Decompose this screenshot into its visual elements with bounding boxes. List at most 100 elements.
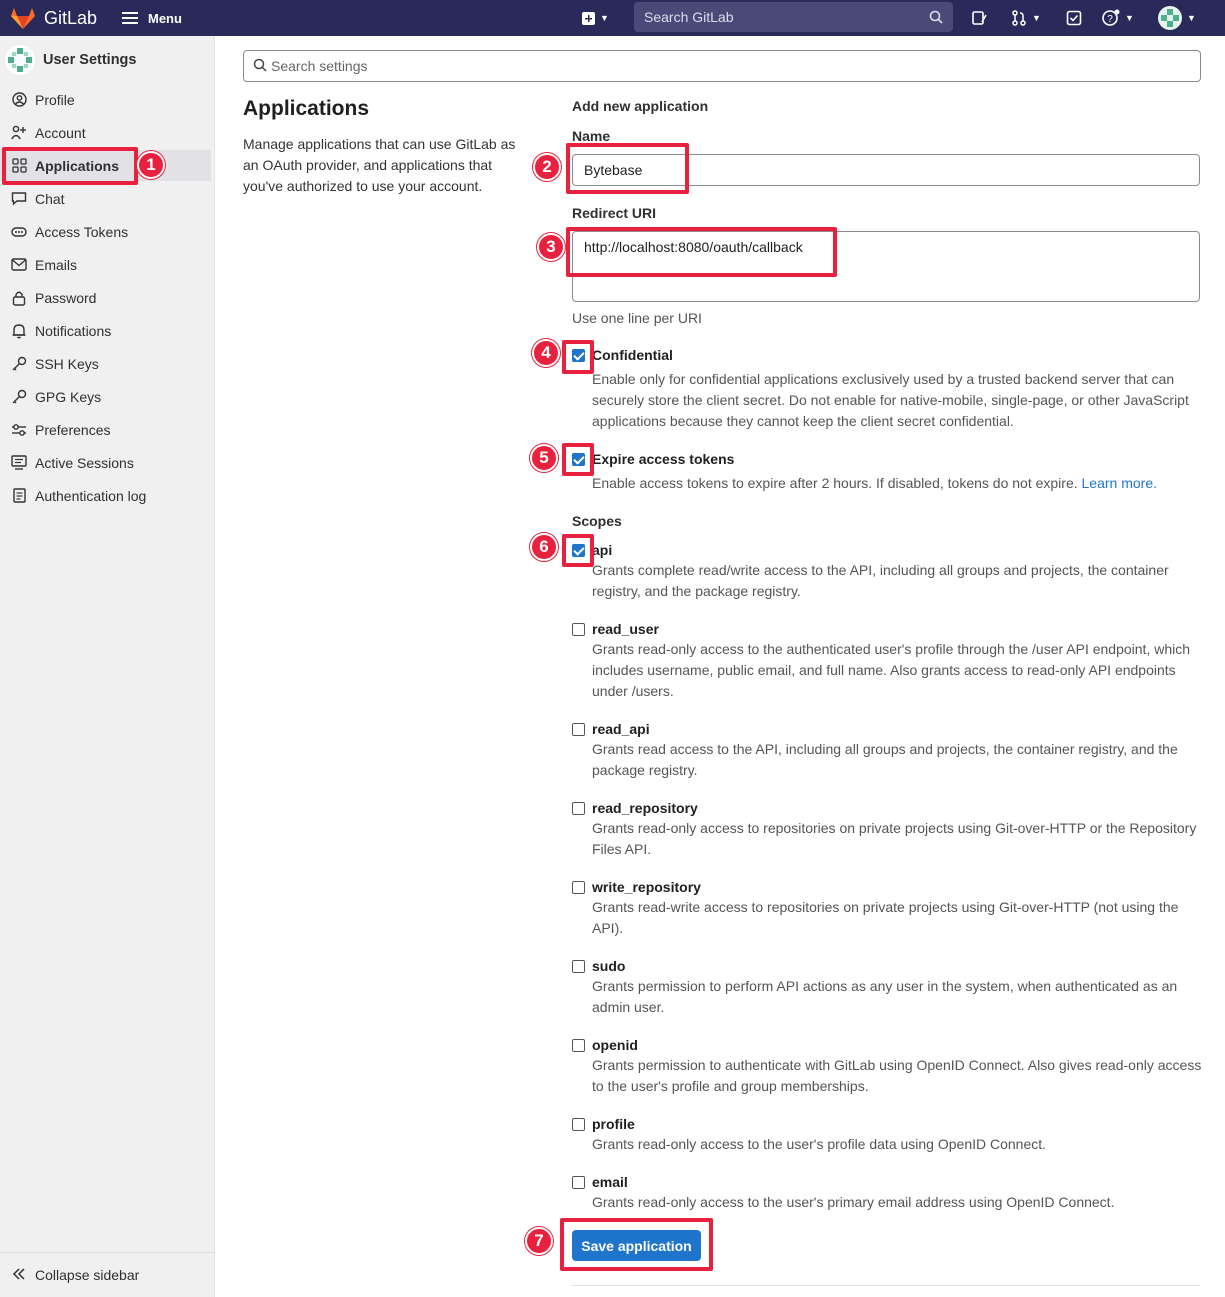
scope-checkbox-email[interactable] (572, 1176, 585, 1189)
sidebar-item-gpg-keys[interactable]: GPG Keys (0, 381, 211, 412)
annotation-badge: 5 (530, 444, 558, 472)
scope-checkbox-openid[interactable] (572, 1039, 585, 1052)
sidebar-item-access-tokens[interactable]: Access Tokens (0, 216, 211, 247)
scope-description: Grants complete read/write access to the… (592, 562, 1169, 599)
annotation-badge: 6 (530, 533, 558, 561)
scope-checkbox-read-repository[interactable] (572, 802, 585, 815)
token-icon (10, 224, 28, 240)
preferences-icon (10, 422, 28, 438)
sidebar-item-label: Active Sessions (35, 454, 134, 471)
confidential-label: Confidential (592, 347, 673, 363)
annotation-highlight (562, 534, 594, 567)
scope-label: sudo (592, 958, 626, 974)
global-search-placeholder: Search GitLab (644, 9, 734, 25)
annotation-highlight (562, 340, 594, 374)
help-dropdown[interactable]: ? ▼ (1102, 0, 1134, 36)
scope-description: Grants read-only access to repositories … (592, 820, 1197, 857)
key-icon (10, 356, 28, 372)
expire-tokens-text: Enable access tokens to expire after 2 h… (592, 475, 1078, 491)
settings-search-input[interactable]: Search settings (243, 50, 1201, 82)
settings-search-placeholder: Search settings (271, 58, 368, 74)
sidebar-item-notifications[interactable]: Notifications (0, 315, 211, 346)
chevron-down-icon: ▼ (1187, 13, 1196, 23)
monitor-icon (10, 455, 28, 471)
name-label: Name (572, 128, 611, 144)
annotation-highlight (566, 143, 689, 194)
gitlab-logo[interactable]: GitLab (10, 0, 97, 36)
sidebar-item-label: Emails (35, 256, 78, 273)
bell-icon (10, 323, 28, 339)
scope-label: read_api (592, 721, 650, 737)
user-avatar-dropdown[interactable]: ▼ (1158, 0, 1196, 36)
chevron-down-icon: ▼ (1125, 13, 1134, 23)
annotation-badge: 7 (525, 1227, 553, 1255)
scope-description: Grants read-only access to the user's pr… (592, 1136, 1047, 1152)
sidebar-item-chat[interactable]: Chat (0, 183, 211, 214)
profile-icon (10, 92, 28, 108)
sidebar-item-label: Authentication log (35, 487, 147, 504)
scope-label: profile (592, 1116, 635, 1132)
confidential-description: Enable only for confidential application… (592, 371, 1189, 429)
sidebar-item-label: Account (35, 124, 86, 141)
chat-icon (10, 191, 28, 207)
learn-more-link[interactable]: Learn more. (1082, 475, 1157, 491)
scope-label: openid (592, 1037, 638, 1053)
scope-checkbox-read-user[interactable] (572, 623, 585, 636)
sidebar-item-ssh-keys[interactable]: SSH Keys (0, 348, 211, 379)
scope-description: Grants read-only access to the authentic… (592, 641, 1191, 699)
sidebar-item-profile[interactable]: Profile (0, 84, 211, 115)
todo-icon (1066, 10, 1082, 26)
scope-checkbox-sudo[interactable] (572, 960, 585, 973)
sidebar-item-authentication-log[interactable]: Authentication log (0, 480, 211, 511)
search-icon (253, 58, 267, 75)
chevron-down-icon: ▼ (600, 13, 609, 23)
app-name: GitLab (44, 7, 98, 28)
redirect-uri-label: Redirect URI (572, 205, 657, 221)
scope-checkbox-write-repository[interactable] (572, 881, 585, 894)
sidebar-item-label: Access Tokens (35, 223, 129, 240)
avatar (1158, 6, 1182, 30)
sidebar-item-account[interactable]: Account (0, 117, 211, 148)
sidebar-item-preferences[interactable]: Preferences (0, 414, 211, 445)
sidebar-item-label: GPG Keys (35, 388, 102, 405)
plus-square-icon (582, 11, 595, 25)
sidebar-header[interactable]: User Settings (0, 44, 136, 76)
todos-button[interactable] (1066, 0, 1082, 36)
search-icon (929, 10, 943, 24)
sidebar-title: User Settings (43, 52, 137, 68)
issues-button[interactable] (971, 0, 987, 36)
collapse-sidebar-button[interactable]: Collapse sidebar (0, 1252, 214, 1297)
expire-tokens-label: Expire access tokens (592, 451, 735, 467)
sidebar-item-label: SSH Keys (35, 355, 99, 372)
hamburger-icon (122, 12, 138, 24)
lock-icon (10, 290, 28, 306)
scope-checkbox-profile[interactable] (572, 1118, 585, 1131)
scope-description: Grants read access to the API, including… (592, 741, 1178, 778)
tanuki-icon (11, 8, 35, 29)
issues-icon (972, 11, 987, 25)
redirect-uri-hint: Use one line per URI (572, 310, 702, 326)
scope-description: Grants permission to authenticate with G… (592, 1057, 1202, 1094)
scope-checkbox-read-api[interactable] (572, 723, 585, 736)
divider (572, 1285, 1200, 1286)
sidebar-item-emails[interactable]: Emails (0, 249, 211, 280)
annotation-badge: 2 (533, 153, 561, 181)
collapse-sidebar-label: Collapse sidebar (35, 1267, 140, 1283)
sidebar-item-label: Preferences (35, 421, 111, 438)
annotation-highlight (562, 443, 594, 476)
sidebar-item-label: Chat (35, 190, 65, 207)
sidebar-item-password[interactable]: Password (0, 282, 211, 313)
scope-label: read_user (592, 621, 659, 637)
merge-requests-dropdown[interactable]: ▼ (1011, 0, 1041, 36)
key-icon (10, 389, 28, 405)
expire-tokens-description: Enable access tokens to expire after 2 h… (592, 473, 1202, 494)
page-description: Manage applications that can use GitLab … (243, 136, 516, 194)
help-icon: ? (1102, 9, 1120, 26)
user-avatar-icon (5, 45, 35, 75)
sidebar-item-label: Notifications (35, 322, 112, 339)
global-search-input[interactable]: Search GitLab (634, 2, 953, 32)
sidebar-item-active-sessions[interactable]: Active Sessions (0, 447, 211, 478)
create-new-dropdown[interactable]: ▼ (582, 0, 609, 36)
menu-button[interactable]: Menu (122, 0, 182, 36)
settings-sidebar: User Settings Profile Account Applicatio… (0, 36, 215, 1297)
